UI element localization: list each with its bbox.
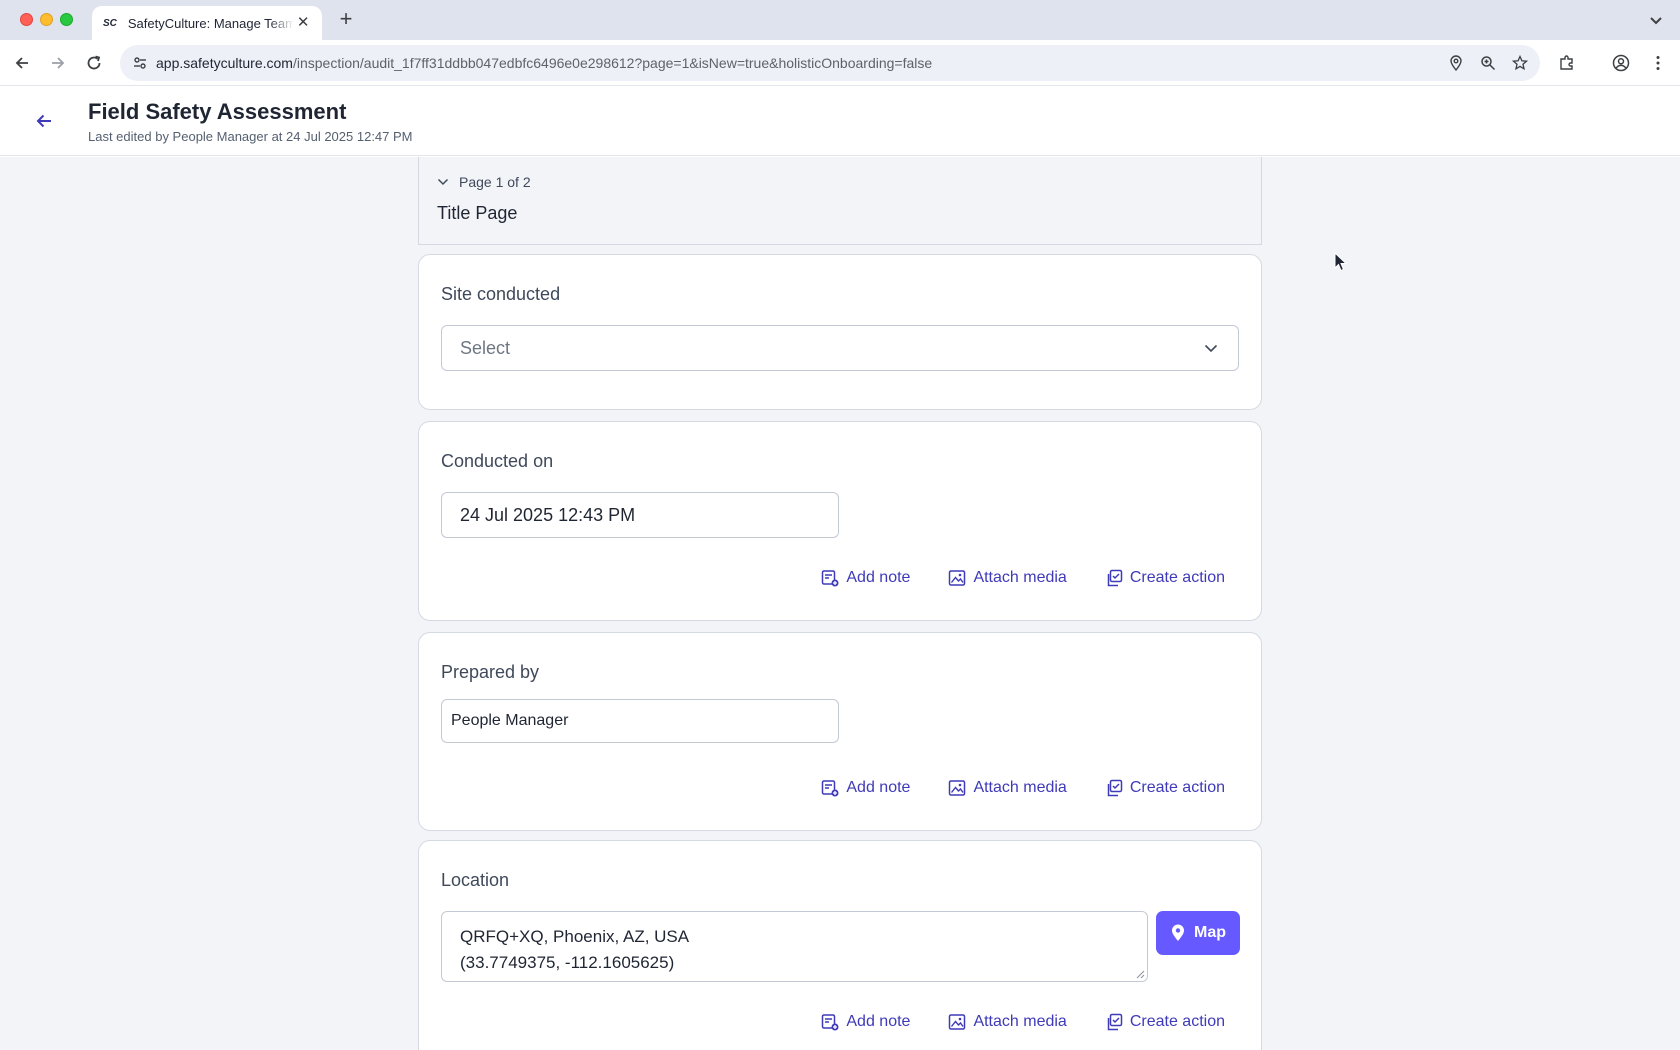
browser-back-icon[interactable] <box>10 51 34 75</box>
image-icon <box>949 570 966 586</box>
create-action-label: Create action <box>1129 569 1225 586</box>
conducted-on-label: Conducted on <box>441 451 554 471</box>
attach-media-label: Attach media <box>973 569 1067 586</box>
add-note-label: Add note <box>846 1013 911 1030</box>
action-check-icon <box>1107 779 1123 797</box>
location-coordinates: (33.7749375, -112.1605625) <box>460 953 675 972</box>
bookmark-star-icon[interactable] <box>1510 53 1530 73</box>
url-text: app.safetyculture.com/inspection/audit_1… <box>156 55 932 71</box>
note-icon <box>822 570 839 587</box>
prepared-by-input[interactable]: People Manager <box>441 699 839 743</box>
url-host: app.safetyculture.com <box>156 55 293 71</box>
prepared-by-label: Prepared by <box>441 662 540 682</box>
location-address: QRFQ+XQ, Phoenix, AZ, USA <box>460 927 690 946</box>
add-note-label: Add note <box>846 569 911 586</box>
create-action-label: Create action <box>1129 779 1225 796</box>
image-icon <box>949 780 966 796</box>
chevron-down-icon <box>437 178 449 186</box>
conducted-on-card: Conducted on 24 Jul 2025 12:43 PM Add no… <box>418 421 1262 621</box>
add-note-label: Add note <box>846 779 911 796</box>
action-check-icon <box>1107 569 1123 587</box>
site-conducted-card: Site conducted Select <box>418 254 1262 410</box>
page-collapse-toggle[interactable]: Page 1 of 2 <box>437 174 531 190</box>
location-textarea[interactable]: QRFQ+XQ, Phoenix, AZ, USA (33.7749375, -… <box>441 911 1148 982</box>
page-section-header: Page 1 of 2 Title Page <box>418 157 1262 245</box>
action-check-icon <box>1107 1013 1123 1031</box>
back-arrow-icon[interactable] <box>32 109 56 133</box>
page-title: Field Safety Assessment <box>88 99 347 124</box>
profile-avatar-icon[interactable] <box>1610 52 1632 74</box>
map-pin-icon <box>1172 924 1184 941</box>
extensions-puzzle-icon[interactable] <box>1556 52 1578 74</box>
last-edited-text: Last edited by People Manager at 24 Jul … <box>88 129 413 144</box>
prepared-by-actions: Add note Attach media Create action <box>821 779 1225 797</box>
note-icon <box>822 1014 839 1031</box>
note-icon <box>822 780 839 797</box>
attach-media-label: Attach media <box>973 779 1067 796</box>
url-path: /inspection/audit_1f7ff31ddbb047edbfc649… <box>292 55 933 71</box>
conducted-on-value: 24 Jul 2025 12:43 PM <box>460 504 636 525</box>
conducted-on-datetime-input[interactable]: 24 Jul 2025 12:43 PM <box>441 492 839 538</box>
window-close-button[interactable] <box>20 13 33 26</box>
add-note-button[interactable]: Add note <box>821 569 910 587</box>
location-pin-icon[interactable] <box>1446 53 1466 73</box>
site-select-placeholder: Select <box>460 337 511 358</box>
tab-close-icon[interactable]: ✕ <box>294 14 312 32</box>
inspection-header: Field Safety Assessment Last edited by P… <box>0 87 1680 156</box>
browser-tab-strip: SC SafetyCulture: Manage Teams and Inspe… <box>0 0 1680 40</box>
prepared-by-value: People Manager <box>451 712 569 729</box>
zoom-icon[interactable] <box>1478 53 1498 73</box>
map-button[interactable]: Map <box>1156 911 1240 955</box>
map-button-label: Map <box>1194 924 1226 941</box>
attach-media-button[interactable]: Attach media <box>948 779 1067 797</box>
page-indicator: Page 1 of 2 <box>459 174 531 190</box>
image-icon <box>949 1014 966 1030</box>
browser-reload-icon[interactable] <box>82 51 106 75</box>
attach-media-label: Attach media <box>973 1013 1067 1030</box>
site-select[interactable]: Select <box>441 325 1239 371</box>
safetyculture-favicon-icon: SC <box>102 17 117 29</box>
create-action-button[interactable]: Create action <box>1105 1013 1225 1031</box>
attach-media-button[interactable]: Attach media <box>948 569 1067 587</box>
create-action-button[interactable]: Create action <box>1105 779 1225 797</box>
inspection-content: Page 1 of 2 Title Page Site conducted Se… <box>0 157 1680 1050</box>
site-conducted-label: Site conducted <box>441 284 561 304</box>
address-bar[interactable]: app.safetyculture.com/inspection/audit_1… <box>120 45 1540 81</box>
browser-toolbar: app.safetyculture.com/inspection/audit_1… <box>0 40 1680 86</box>
location-card: Location QRFQ+XQ, Phoenix, AZ, USA (33.7… <box>418 840 1262 1050</box>
browser-forward-icon[interactable] <box>46 51 70 75</box>
resize-grip-icon[interactable] <box>1136 970 1145 979</box>
mouse-cursor-icon <box>1334 252 1348 272</box>
create-action-button[interactable]: Create action <box>1105 569 1225 587</box>
tab-list-chevron-icon[interactable] <box>1646 10 1666 30</box>
location-actions: Add note Attach media Create action <box>821 1013 1225 1031</box>
chevron-down-icon <box>1202 339 1220 357</box>
add-note-button[interactable]: Add note <box>821 1013 910 1031</box>
conducted-on-actions: Add note Attach media Create action <box>821 569 1225 587</box>
add-note-button[interactable]: Add note <box>821 779 910 797</box>
tab-title: SafetyCulture: Manage Teams and Inspecti… <box>127 15 295 31</box>
location-label: Location <box>441 870 510 890</box>
site-settings-icon[interactable] <box>130 53 150 73</box>
window-maximize-button[interactable] <box>60 13 73 26</box>
browser-menu-icon[interactable] <box>1647 52 1669 74</box>
window-minimize-button[interactable] <box>40 13 53 26</box>
page-name: Title Page <box>437 203 518 223</box>
browser-tab-active[interactable]: SC SafetyCulture: Manage Teams and Inspe… <box>92 6 322 40</box>
create-action-label: Create action <box>1129 1013 1225 1030</box>
prepared-by-card: Prepared by People Manager Add note Atta… <box>418 632 1262 831</box>
new-tab-button[interactable]: + <box>334 8 358 32</box>
attach-media-button[interactable]: Attach media <box>948 1013 1067 1031</box>
